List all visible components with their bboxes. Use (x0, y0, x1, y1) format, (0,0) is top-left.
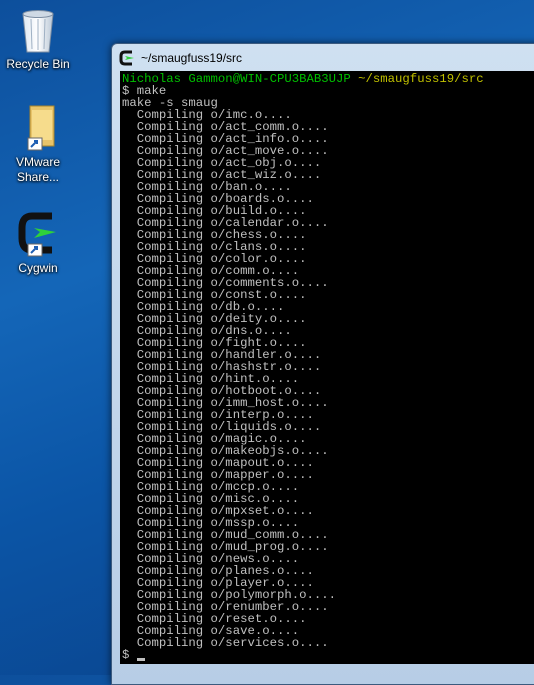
terminal-line: Compiling o/services.o.... (122, 636, 329, 650)
folder-shortcut-icon (16, 104, 60, 152)
desktop-icon-label: Cygwin (18, 261, 58, 275)
recycle-bin-icon (16, 6, 60, 54)
desktop-icon-recycle-bin[interactable]: Recycle Bin (0, 6, 76, 72)
cygwin-icon (16, 210, 60, 258)
cygwin-icon (119, 50, 135, 66)
prompt-path: ~/smaugfuss19/src (358, 72, 484, 86)
terminal-lines: $ make make -s smaug Compiling o/imc.o...… (122, 85, 534, 661)
terminal-window[interactable]: ~/smaugfuss19/src Nicholas Gammon@WIN-CP… (111, 43, 534, 685)
text-cursor (137, 658, 146, 661)
terminal-output[interactable]: Nicholas Gammon@WIN-CPU3BAB3UJP ~/smaugf… (120, 71, 534, 664)
desktop-icon-label: Recycle Bin (6, 57, 70, 71)
window-title: ~/smaugfuss19/src (141, 51, 243, 65)
window-titlebar[interactable]: ~/smaugfuss19/src (112, 44, 534, 71)
terminal-cursor-line: $ (122, 649, 534, 661)
desktop-icon-vmware-share[interactable]: VMware Share... (0, 104, 76, 185)
prompt-line: Nicholas Gammon@WIN-CPU3BAB3UJP ~/smaugf… (122, 73, 534, 85)
desktop-icon-label: VMware Share... (15, 155, 60, 184)
desktop-icon-cygwin[interactable]: Cygwin (0, 210, 76, 276)
